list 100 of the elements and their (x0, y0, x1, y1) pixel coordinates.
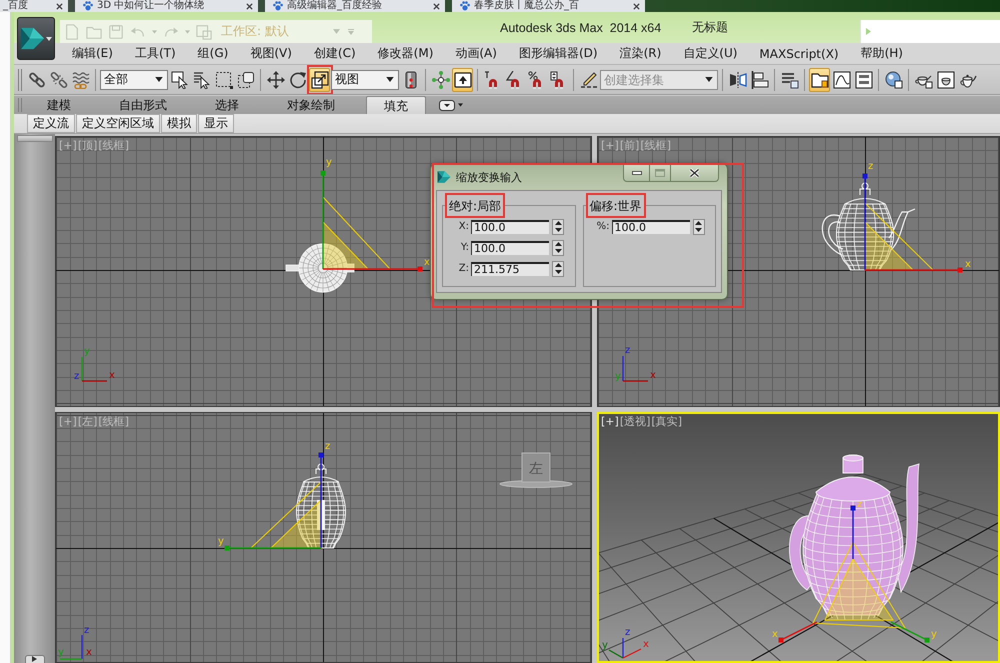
folder-button[interactable] (809, 68, 830, 92)
align-icon (750, 70, 768, 88)
ribbon-button[interactable]: 定义空闲区域 (76, 114, 160, 133)
menu-item[interactable]: MAXScript(X) (748, 46, 850, 60)
triangle-icon (866, 28, 871, 35)
scale-gizmo-plane[interactable] (864, 202, 934, 270)
ribbon-tab[interactable]: 建模 (30, 96, 88, 114)
tripod-axis-label: x (643, 639, 649, 650)
dropdown[interactable]: 全部 (100, 70, 168, 90)
select-object-icon (170, 70, 188, 88)
ribbon-tab[interactable]: 选择 (198, 96, 256, 114)
layers-icon (780, 70, 798, 88)
minimize-icon (632, 170, 642, 174)
close-icon[interactable] (56, 2, 63, 10)
teapot-wireframe (286, 243, 354, 293)
menu-item[interactable]: 工具(T) (124, 45, 187, 62)
selection-set-field[interactable]: 创建选择集 (600, 70, 718, 90)
dropdown[interactable]: 视图 (331, 70, 399, 90)
menu-item[interactable]: 帮助(H) (850, 45, 914, 62)
gizmo-axis[interactable] (778, 621, 818, 642)
ribbon-button[interactable]: 定义流 (27, 114, 75, 133)
ribbon-tab[interactable]: 自由形式 (102, 96, 184, 114)
gizmo-axis[interactable] (323, 266, 422, 272)
grip-handle[interactable] (18, 98, 22, 112)
caret-icon[interactable] (705, 77, 713, 82)
gizmo-axis-label: x (424, 257, 430, 268)
move-icon (266, 70, 284, 88)
grip-handle[interactable] (16, 135, 52, 142)
gizmo-axis[interactable] (318, 452, 324, 548)
ribbon-button[interactable]: 模拟 (161, 114, 197, 133)
paw-icon (83, 1, 93, 11)
gizmo-axis-label: y (931, 629, 937, 640)
ribbon-tab[interactable]: 对象绘制 (270, 96, 352, 114)
browser-tab[interactable]: 3D 中如何让一个物体绕 (75, 0, 258, 12)
caret-icon (458, 103, 463, 107)
up-down-arrows-icon (695, 221, 702, 232)
menu-item[interactable]: 组(G) (186, 45, 240, 62)
up-down-arrows-icon (554, 221, 562, 232)
app-logo-icon (437, 170, 451, 184)
number-field[interactable]: 100.0 (612, 220, 690, 234)
tripod-axis-label: x (109, 370, 115, 381)
tripod-axis-label: x (650, 370, 656, 381)
menu-item[interactable]: 修改器(M) (366, 45, 444, 62)
close-icon[interactable] (633, 2, 640, 10)
viewport-menu-label[interactable]: [+] (601, 415, 619, 428)
menu-item[interactable]: 视图(V) (239, 45, 303, 62)
spinner-button[interactable] (552, 260, 564, 276)
caret-icon (46, 36, 52, 40)
dropdown-icon (439, 100, 455, 110)
dialog-title: 缩放变换输入 (456, 170, 522, 184)
app-menu-button[interactable] (17, 17, 55, 60)
gizmo-axis-label: y (218, 536, 224, 547)
rotate-icon (288, 70, 306, 88)
menu-item[interactable]: 自定义(U) (672, 45, 748, 62)
menu-item[interactable]: 动画(A) (444, 45, 508, 62)
gizmo-axis[interactable] (865, 268, 962, 272)
app-logo-icon (20, 26, 45, 51)
gizmo-axis-label: x (965, 259, 971, 270)
scale-gizmo-plane[interactable] (322, 196, 390, 270)
gizmo-axis[interactable] (850, 506, 856, 559)
close-icon[interactable] (433, 2, 440, 10)
caret-icon (386, 77, 394, 82)
gizmo-axis[interactable] (862, 174, 868, 270)
spinner-button[interactable] (552, 218, 564, 234)
wave-chain-icon (72, 70, 90, 88)
dashed-rectangle-icon (214, 70, 232, 88)
tripod-axis-label: y (58, 647, 64, 658)
menu-item[interactable]: 图形编辑器(D) (508, 45, 609, 62)
close-button[interactable] (671, 164, 719, 182)
expand-button[interactable] (24, 655, 44, 663)
ribbon-tab[interactable]: 填充 (366, 96, 426, 114)
search-field[interactable] (860, 20, 1000, 43)
menu-item[interactable]: 创建(C) (302, 45, 367, 62)
number-field[interactable]: 100.0 (471, 240, 549, 254)
viewport-view-label[interactable]: [透视] (620, 415, 650, 428)
ribbon-button[interactable]: 显示 (198, 114, 234, 133)
pencil-icon (580, 70, 598, 88)
number-field[interactable]: 211.575 (471, 262, 549, 276)
paw-icon (460, 1, 470, 11)
tripod-axis-label: y (84, 346, 90, 357)
menu-item[interactable]: 渲染(R) (608, 45, 672, 62)
menu-item[interactable]: 编辑(E) (61, 45, 124, 62)
number-field[interactable]: 100.0 (471, 220, 549, 234)
grip-handle[interactable] (18, 68, 22, 90)
gizmo-axis[interactable] (320, 170, 326, 269)
gizmo-axis-label: z (325, 441, 330, 452)
spinner-button[interactable] (552, 240, 564, 256)
close-icon (689, 168, 700, 178)
scale-gizmo-plane[interactable] (812, 540, 906, 629)
schematic-icon (854, 70, 872, 88)
select-list-icon (192, 70, 210, 88)
spinner-button[interactable] (692, 218, 704, 234)
screen-arrow-button[interactable] (452, 68, 473, 92)
close-icon[interactable] (246, 2, 253, 10)
tripod-axis-label: z (625, 345, 630, 356)
gizmo-axis[interactable] (890, 621, 930, 642)
window-title: Autodesk 3ds Max 2014 x64 (500, 20, 662, 34)
minimize-button[interactable] (623, 164, 650, 182)
scale-gizmo-plane[interactable] (250, 482, 322, 548)
viewport-shading-label[interactable]: [真实] (651, 415, 682, 428)
